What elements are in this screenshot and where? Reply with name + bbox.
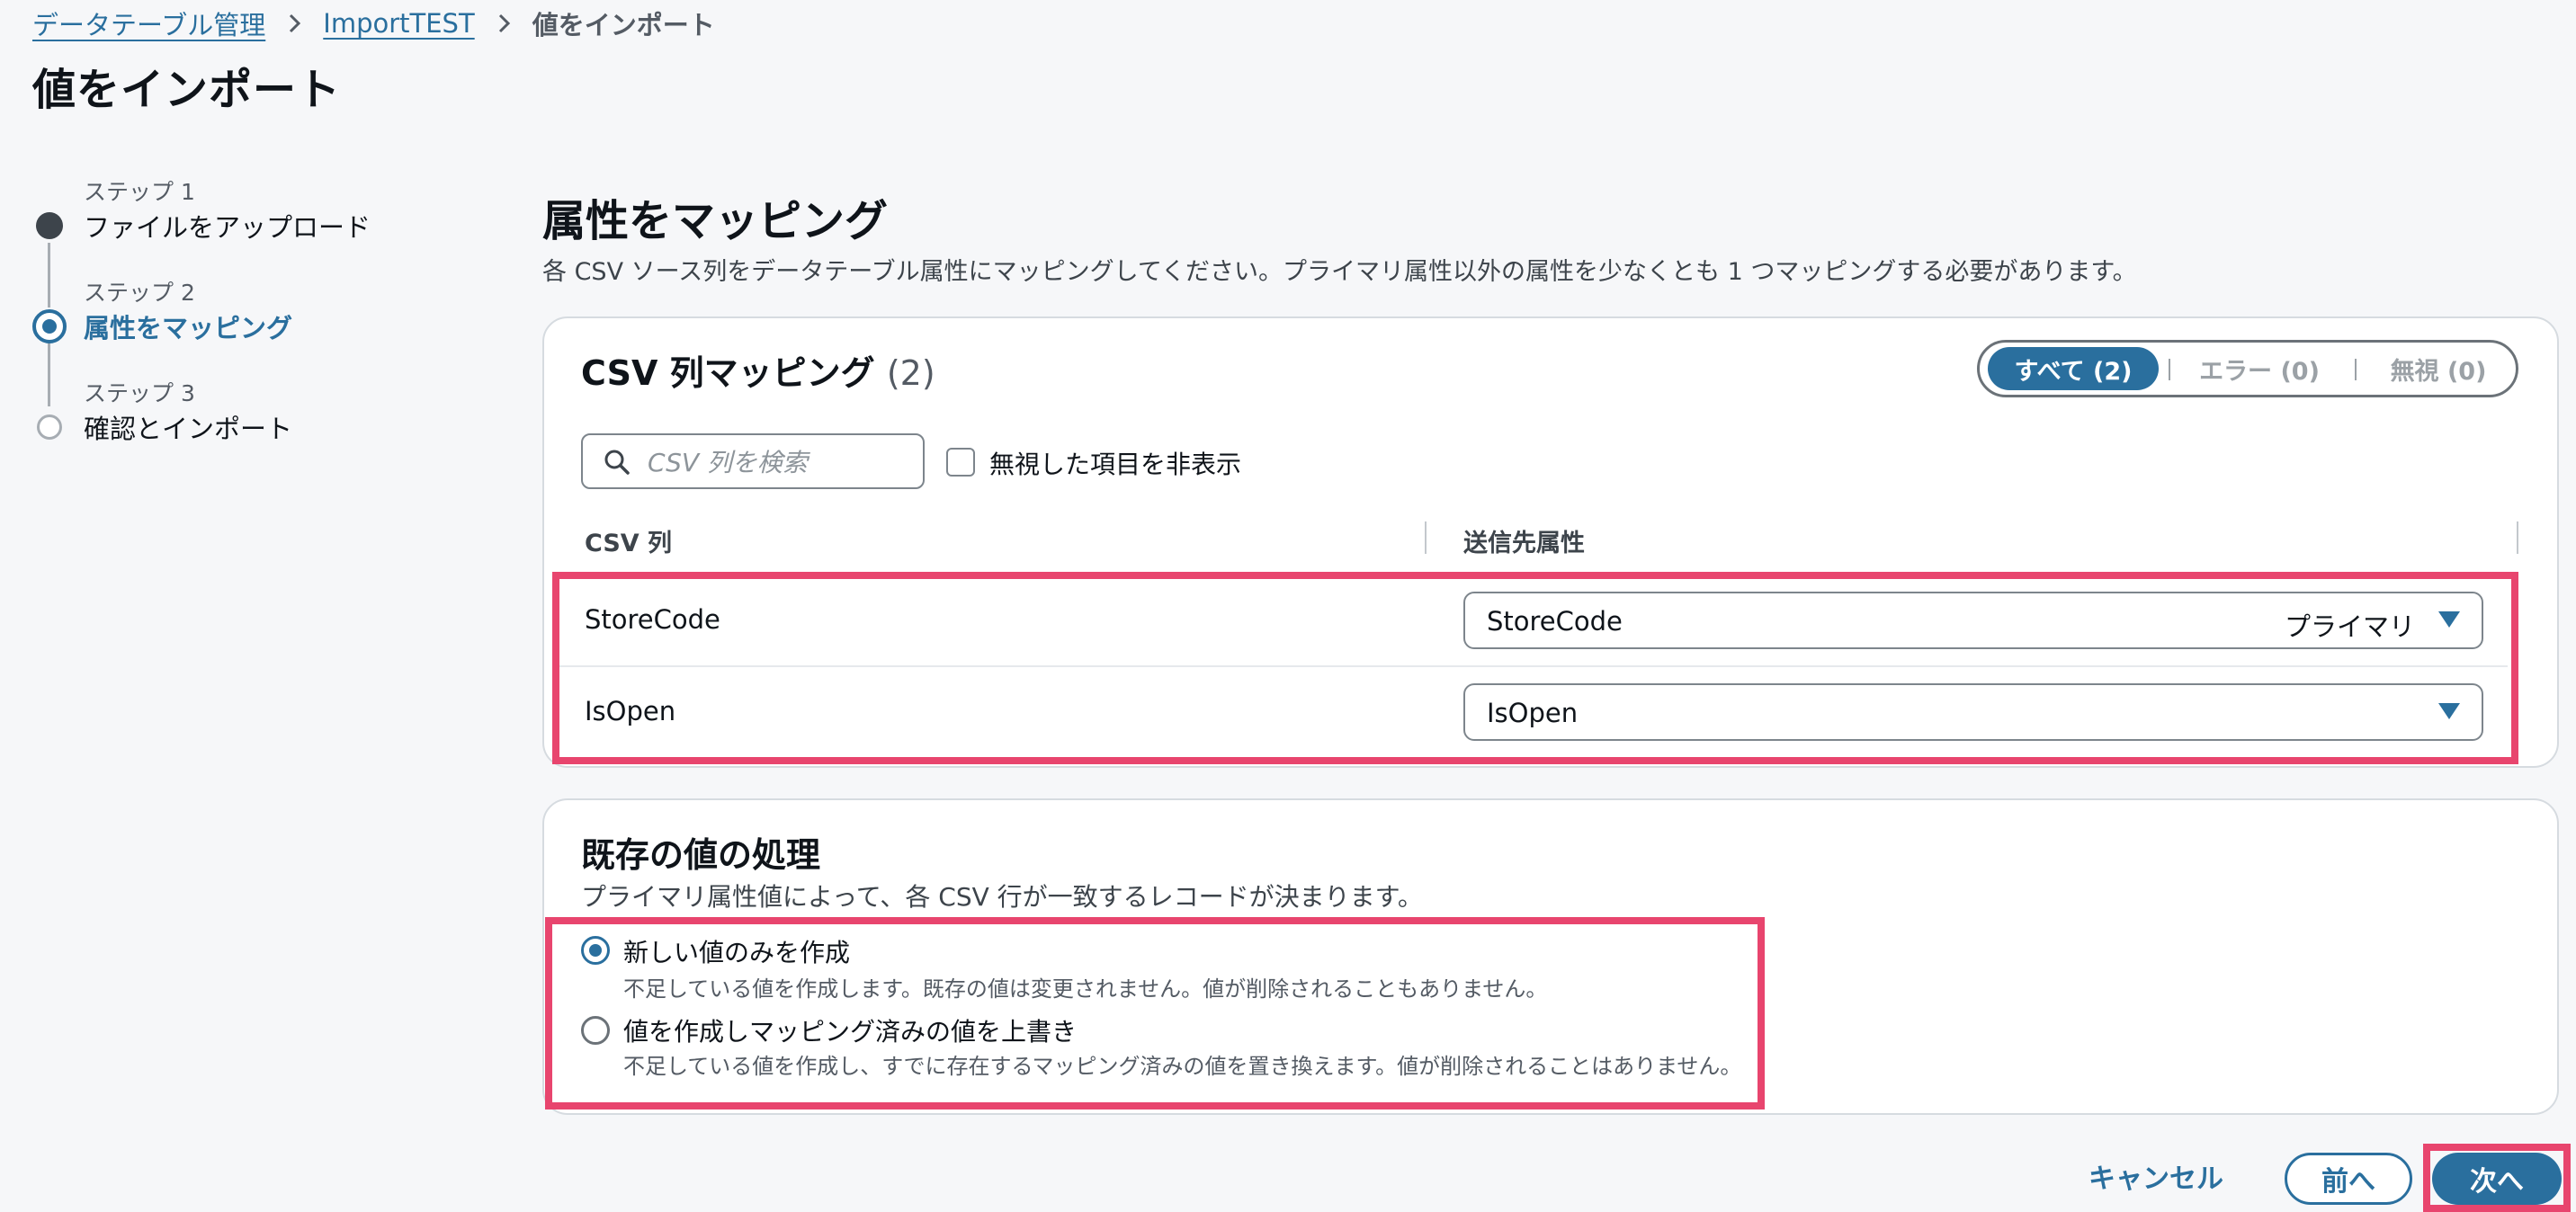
create-and-overwrite-description: 不足している値を作成し、すでに存在するマッピング済みの値を置き換えます。値が削除… <box>623 1054 1742 1079</box>
caret-down-icon <box>2438 703 2460 719</box>
create-new-only-radio[interactable] <box>581 936 610 965</box>
step-pending-icon <box>37 414 62 440</box>
select-value: IsOpen <box>1487 698 1579 728</box>
segment-divider <box>2169 359 2170 380</box>
next-button[interactable]: 次へ <box>2432 1153 2562 1205</box>
hide-ignored-label[interactable]: 無視した項目を非表示 <box>989 445 1241 481</box>
create-and-overwrite-radio[interactable] <box>581 1016 610 1045</box>
select-value: StoreCode <box>1487 606 1623 637</box>
segment-divider <box>2355 359 2357 380</box>
hide-ignored-checkbox[interactable] <box>946 448 975 477</box>
step-completed-icon <box>36 212 63 239</box>
step-2-label: ステップ 2 <box>84 280 195 306</box>
step-1-title[interactable]: ファイルをアップロード <box>84 207 371 245</box>
column-header-csv: CSV 列 <box>585 530 673 557</box>
create-new-only-description: 不足している値を作成します。既存の値は変更されません。値が削除されることもありま… <box>623 976 1548 1002</box>
breadcrumb: データテーブル管理 ImportTEST 値をインポート <box>32 5 715 41</box>
existing-values-title: 既存の値の処理 <box>581 835 821 875</box>
create-new-only-label[interactable]: 新しい値のみを作成 <box>623 933 850 969</box>
breadcrumb-link-importtest[interactable]: ImportTEST <box>323 8 474 39</box>
existing-values-description: プライマリ属性値によって、各 CSV 行が一致するレコードが決まります。 <box>581 882 1423 912</box>
target-attribute-select[interactable]: StoreCode プライマリ <box>1463 592 2483 649</box>
target-attribute-select[interactable]: IsOpen <box>1463 683 2483 741</box>
step-2-title: 属性をマッピング <box>84 313 293 343</box>
filter-ignored-button[interactable]: 無視 (0) <box>2366 347 2510 390</box>
section-description: 各 CSV ソース列をデータテーブル属性にマッピングしてください。プライマリ属性… <box>542 258 2137 286</box>
search-icon <box>604 450 630 475</box>
primary-label: プライマリ <box>2284 611 2415 642</box>
row-divider <box>558 665 2508 667</box>
column-divider[interactable] <box>2517 521 2518 554</box>
caret-down-icon <box>2438 611 2460 628</box>
step-3-label: ステップ 3 <box>84 380 195 406</box>
csv-search-field <box>581 433 925 489</box>
previous-button[interactable]: 前へ <box>2285 1153 2412 1205</box>
step-connector <box>48 243 50 307</box>
csv-column-cell: StoreCode <box>585 604 720 635</box>
chevron-right-icon <box>498 13 510 33</box>
breadcrumb-link-data-table-management[interactable]: データテーブル管理 <box>32 4 265 42</box>
filter-errors-button[interactable]: エラー (0) <box>2179 347 2339 390</box>
column-header-target: 送信先属性 <box>1463 530 1585 557</box>
column-divider[interactable] <box>1425 521 1427 554</box>
mapping-panel-title-text: CSV 列マッピング <box>581 353 875 393</box>
cancel-button[interactable]: キャンセル <box>2089 1156 2223 1196</box>
csv-column-cell: IsOpen <box>585 696 676 726</box>
step-current-icon <box>32 309 67 343</box>
filter-segmented-control: すべて (2) エラー (0) 無視 (0) <box>1977 340 2518 397</box>
step-1-label: ステップ 1 <box>84 179 195 205</box>
mapping-count: (2) <box>886 353 935 393</box>
page-title: 値をインポート <box>32 65 342 115</box>
step-connector <box>48 342 50 406</box>
chevron-right-icon <box>290 13 301 33</box>
mapping-panel-title: CSV 列マッピング (2) <box>581 345 935 395</box>
csv-search-input[interactable] <box>646 442 919 482</box>
section-title: 属性をマッピング <box>542 196 889 246</box>
step-3-title: 確認とインポート <box>84 414 293 444</box>
create-and-overwrite-label[interactable]: 値を作成しマッピング済みの値を上書き <box>623 1012 1077 1048</box>
breadcrumb-current: 値をインポート <box>532 10 715 40</box>
filter-all-button[interactable]: すべて (2) <box>1988 347 2159 390</box>
